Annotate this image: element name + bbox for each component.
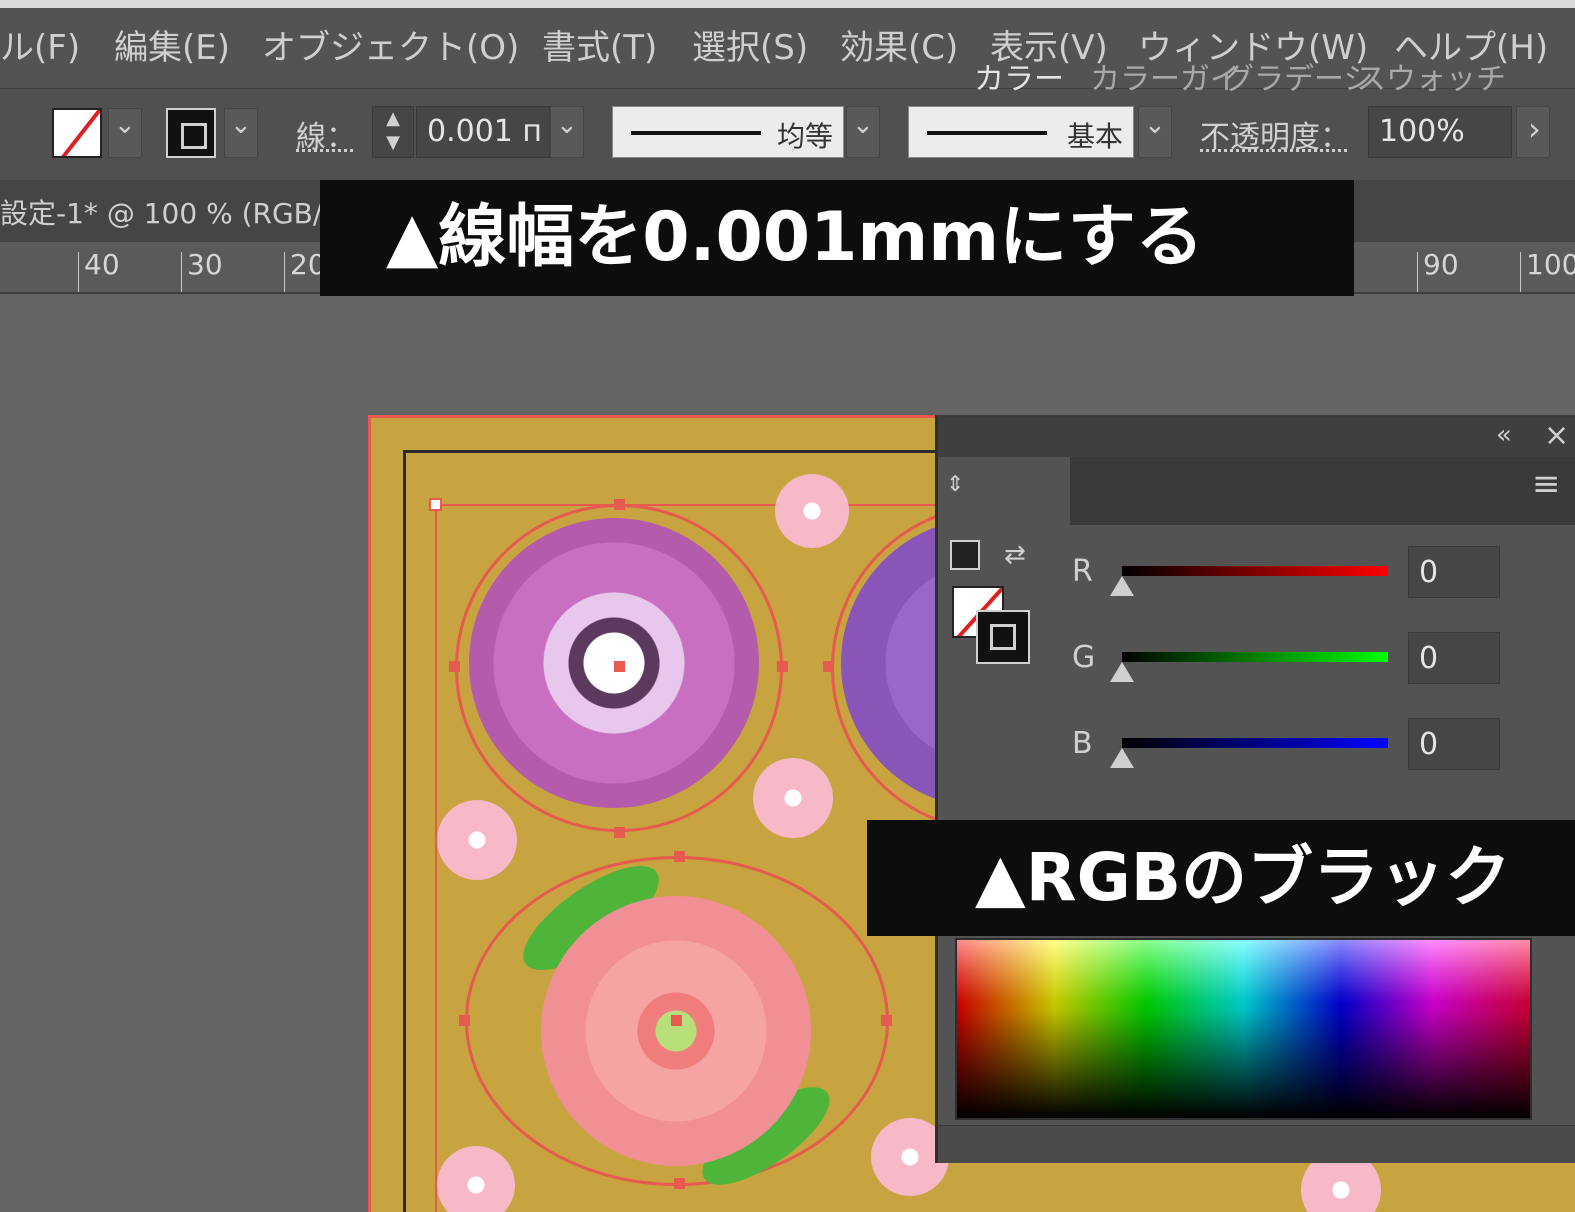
- menu-edit[interactable]: 編集(E): [114, 20, 230, 69]
- menu-effect[interactable]: 効果(C): [840, 20, 958, 69]
- ruler-tick: [1520, 252, 1521, 292]
- anchor-point[interactable]: [459, 1015, 470, 1026]
- ruler-tick: [181, 252, 182, 292]
- stroke-width-stepper[interactable]: ▲ ▼: [372, 106, 414, 158]
- anchor-point[interactable]: [674, 851, 685, 862]
- stroke-label[interactable]: 線：: [296, 112, 356, 156]
- anchor-point[interactable]: [777, 661, 788, 672]
- ruler-tick: [284, 252, 285, 292]
- stroke-width-field[interactable]: 0.001 п: [416, 106, 550, 158]
- tab-color[interactable]: カラー: [974, 54, 1064, 98]
- profile-line: [631, 131, 761, 135]
- chevron-down-icon: ⌄: [556, 110, 578, 140]
- channel-b-slider[interactable]: [1122, 738, 1388, 748]
- channel-r-label: R: [1072, 554, 1093, 589]
- opacity-label[interactable]: 不透明度：: [1200, 112, 1350, 156]
- anchor-point[interactable]: [614, 499, 625, 510]
- anchor-point[interactable]: [881, 1015, 892, 1026]
- ruler-tick: [78, 252, 79, 292]
- rose: [437, 800, 517, 880]
- collapse-icon[interactable]: «: [1496, 420, 1512, 450]
- brush-label: 基本: [1066, 120, 1123, 153]
- tab-color-guide[interactable]: カラーガイ: [1090, 54, 1240, 98]
- rose: [753, 758, 833, 838]
- brush-line: [927, 131, 1047, 135]
- profile-label: 均等: [776, 120, 833, 153]
- variable-width-profile[interactable]: 均等: [612, 106, 844, 158]
- default-colors-icon[interactable]: [950, 540, 980, 570]
- anchor-point[interactable]: [449, 661, 460, 672]
- channel-r-value[interactable]: 0: [1408, 546, 1500, 598]
- tab-swatches[interactable]: スウォッチ: [1356, 54, 1506, 98]
- color-spectrum[interactable]: [955, 938, 1532, 1120]
- ruler-number: 30: [187, 248, 223, 281]
- chevron-down-icon: ⌄: [1144, 110, 1166, 140]
- close-icon[interactable]: ×: [1544, 418, 1569, 453]
- opacity-field[interactable]: 100%: [1368, 106, 1512, 158]
- anchor-point[interactable]: [674, 1178, 685, 1189]
- panel-menu-icon[interactable]: ≡: [1532, 464, 1561, 504]
- stroke-inner-square: [990, 624, 1016, 650]
- chevron-right-icon: ›: [1528, 110, 1541, 148]
- channel-b-label: B: [1072, 726, 1093, 761]
- channel-g-slider[interactable]: [1122, 652, 1388, 662]
- chevron-down-icon: ⌄: [230, 110, 252, 140]
- panel-title-bar[interactable]: [938, 417, 1575, 457]
- rose: [775, 474, 849, 548]
- tab-gradient[interactable]: グラデーシ: [1224, 54, 1373, 98]
- channel-r-slider[interactable]: [1122, 566, 1388, 576]
- ruler-number: 100: [1526, 248, 1575, 281]
- menu-object[interactable]: オブジェクト(O): [262, 20, 519, 69]
- tab-updown-icon: ⇕: [946, 472, 965, 497]
- stroke-swatch[interactable]: [166, 108, 216, 158]
- fill-swatch[interactable]: [52, 108, 102, 158]
- panel-resize-bar[interactable]: [938, 1125, 1575, 1163]
- menu-type[interactable]: 書式(T): [542, 20, 657, 69]
- center-point[interactable]: [614, 661, 625, 672]
- ruler-tick: [1417, 252, 1418, 292]
- menu-select[interactable]: 選択(S): [692, 20, 808, 69]
- menu-file[interactable]: ル(F): [0, 20, 80, 69]
- chevron-down-icon: ⌄: [114, 110, 136, 140]
- swap-colors-icon[interactable]: ⇄: [1004, 540, 1036, 572]
- channel-g-value[interactable]: 0: [1408, 632, 1500, 684]
- selection-anchor[interactable]: [429, 498, 442, 511]
- channel-g-thumb[interactable]: [1110, 662, 1134, 682]
- channel-b-thumb[interactable]: [1110, 748, 1134, 768]
- channel-b-value[interactable]: 0: [1408, 718, 1500, 770]
- gerbera-flower: [541, 896, 811, 1166]
- anchor-point[interactable]: [823, 661, 834, 672]
- brush-definition[interactable]: 基本: [908, 106, 1134, 158]
- caption-stroke-width: ▲線幅を0.001mmにする: [320, 180, 1354, 296]
- center-point[interactable]: [671, 1015, 682, 1026]
- ruler-number: 40: [84, 248, 120, 281]
- anchor-point[interactable]: [614, 827, 625, 838]
- ruler-number: 90: [1423, 248, 1459, 281]
- caption-rgb-black: ▲RGBのブラック: [867, 820, 1575, 936]
- panel-stroke-swatch[interactable]: [976, 610, 1030, 664]
- chevron-down-icon: ⌄: [852, 110, 874, 140]
- channel-r-thumb[interactable]: [1110, 576, 1134, 596]
- channel-g-label: G: [1072, 640, 1096, 675]
